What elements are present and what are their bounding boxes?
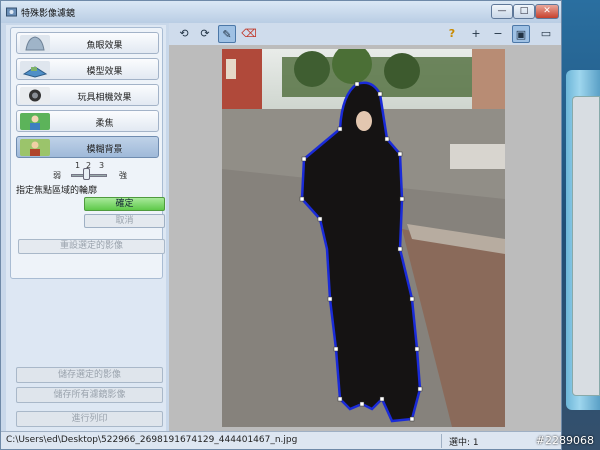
image-canvas[interactable] (169, 45, 561, 431)
image-toolbar: ⟲ ⟳ ✎ ⌫ ? + − ▣ ▭ (169, 23, 561, 45)
fit-window-icon[interactable]: ▭ (537, 25, 555, 43)
strength-tick: 1 (75, 161, 81, 170)
fisheye-icon (20, 35, 50, 52)
effect-soft-focus-button[interactable]: 柔焦 (16, 110, 159, 132)
soft-focus-icon (20, 113, 50, 130)
effect-blur-background-button[interactable]: 模糊背景 (16, 136, 159, 158)
cancel-button[interactable]: 取消 (84, 214, 165, 228)
effect-fisheye-button[interactable]: 魚眼效果 (16, 32, 159, 54)
strength-weak-label: 弱 (53, 171, 61, 180)
effect-label: 魚眼效果 (86, 41, 123, 51)
slider-thumb[interactable] (83, 168, 90, 180)
focus-area-label: 指定焦點區域的輪廓 (16, 186, 98, 196)
minimize-button[interactable]: — (491, 4, 513, 19)
status-bar: C:\Users\ed\Desktop\522966_2698191674129… (1, 431, 561, 449)
watermark-text: #2289068 (535, 434, 594, 447)
selection-count: 選中: 1 (449, 438, 479, 448)
effect-toy-camera-button[interactable]: 玩具相機效果 (16, 84, 159, 106)
strength-slider: 弱 1 2 3 強 (51, 161, 141, 184)
title-bar: 特殊影像濾鏡 — □ ✕ (1, 1, 561, 23)
draw-outline-icon[interactable]: ✎ (218, 25, 236, 43)
desktop-widget-body (572, 96, 600, 396)
rotate-right-icon[interactable]: ⟳ (196, 25, 214, 43)
status-divider (441, 434, 442, 448)
app-window: 特殊影像濾鏡 — □ ✕ 魚眼效果 模型效果 玩具相機效果 柔焦 模糊背景 弱 … (0, 0, 562, 450)
ok-button[interactable]: 確定 (84, 197, 165, 211)
zoom-in-icon[interactable]: + (467, 25, 485, 43)
app-icon (6, 7, 17, 17)
save-all-button[interactable]: 儲存所有濾鏡影像 (16, 387, 163, 403)
help-icon[interactable]: ? (443, 25, 461, 43)
window-title: 特殊影像濾鏡 (21, 9, 76, 19)
effect-label: 模糊背景 (86, 145, 123, 155)
effect-label: 柔焦 (95, 119, 114, 129)
zoom-out-icon[interactable]: − (489, 25, 507, 43)
effect-label: 模型效果 (86, 67, 123, 77)
miniature-icon (20, 61, 50, 78)
effect-miniature-button[interactable]: 模型效果 (16, 58, 159, 80)
save-selected-button[interactable]: 儲存選定的影像 (16, 367, 163, 383)
blur-background-icon (20, 139, 50, 156)
print-button[interactable]: 進行列印 (16, 411, 163, 427)
strength-tick: 3 (99, 161, 105, 170)
file-path: C:\Users\ed\Desktop\522966_2698191674129… (6, 435, 298, 445)
strength-strong-label: 強 (119, 171, 127, 180)
reset-image-button[interactable]: 重設選定的影像 (18, 239, 165, 254)
clear-outline-icon[interactable]: ⌫ (240, 25, 258, 43)
effect-label: 玩具相機效果 (77, 93, 132, 103)
close-button[interactable]: ✕ (535, 4, 559, 19)
maximize-button[interactable]: □ (513, 4, 535, 19)
toy-camera-icon (20, 87, 50, 104)
view-image-icon[interactable]: ▣ (512, 25, 530, 43)
effects-panel: 魚眼效果 模型效果 玩具相機效果 柔焦 模糊背景 弱 1 2 3 強 指定焦點區… (6, 25, 166, 431)
effects-list: 魚眼效果 模型效果 玩具相機效果 柔焦 模糊背景 弱 1 2 3 強 指定焦點區… (10, 27, 165, 279)
photo-preview[interactable] (222, 49, 505, 427)
rotate-left-icon[interactable]: ⟲ (175, 25, 193, 43)
